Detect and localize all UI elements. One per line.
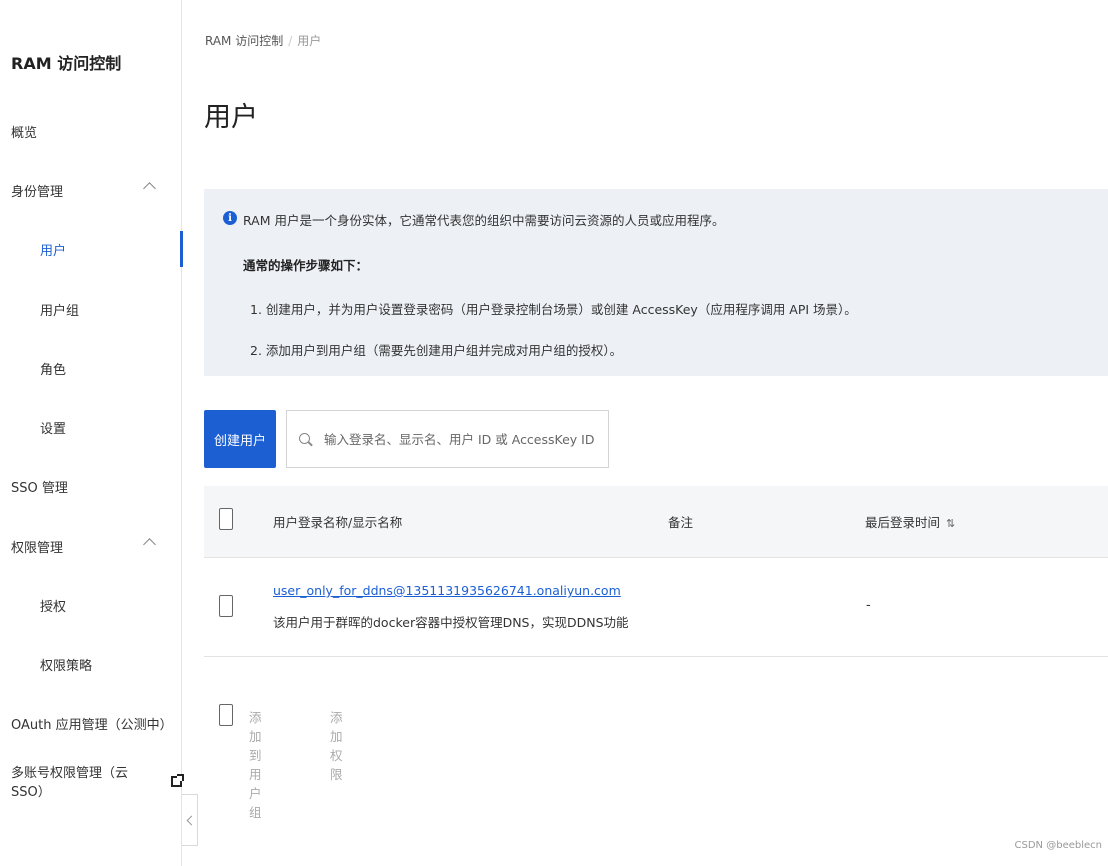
sidebar-item-label: 授权 bbox=[40, 599, 67, 615]
page-title: 用户 bbox=[204, 102, 258, 133]
sidebar-item-label: OAuth 应用管理（公测中） bbox=[11, 717, 173, 733]
chevron-left-icon bbox=[186, 815, 196, 825]
search-input[interactable] bbox=[324, 431, 594, 447]
chevron-up-icon bbox=[143, 538, 156, 551]
watermark: CSDN @beeblecn bbox=[1014, 840, 1102, 851]
sidebar-item-label: 设置 bbox=[40, 421, 67, 437]
breadcrumb-root[interactable]: RAM 访问控制 bbox=[205, 34, 283, 48]
info-panel: i RAM 用户是一个身份实体，它通常代表您的组织中需要访问云资源的人员或应用程… bbox=[204, 189, 1108, 376]
sidebar-item-policies[interactable]: 权限策略 bbox=[0, 644, 182, 684]
column-header-last-login[interactable]: 最后登录时间 ⇅ bbox=[865, 512, 955, 531]
user-display-name: 该用户用于群晖的docker容器中授权管理DNS，实现DDNS功能 bbox=[273, 615, 629, 630]
info-heading: 通常的操作步骤如下： bbox=[243, 258, 369, 273]
sidebar-item-label: 多账号权限管理（云 SSO） bbox=[11, 766, 129, 800]
user-note: - bbox=[866, 598, 871, 613]
user-login-name-link[interactable]: user_only_for_ddns@1351131935626741.onal… bbox=[273, 583, 621, 598]
breadcrumb: RAM 访问控制 / 用户 bbox=[205, 32, 321, 49]
create-user-button[interactable]: 创建用户 bbox=[204, 410, 276, 468]
sidebar-item-users[interactable]: 用户 bbox=[0, 229, 183, 269]
sidebar-item-settings[interactable]: 设置 bbox=[0, 407, 182, 447]
sidebar-item-label: 权限策略 bbox=[40, 658, 93, 674]
breadcrumb-current: 用户 bbox=[297, 34, 322, 48]
table-row: user_only_for_ddns@1351131935626741.onal… bbox=[204, 558, 1108, 657]
sidebar-item-identity-management[interactable]: 身份管理 bbox=[0, 170, 182, 210]
sidebar-item-oauth[interactable]: OAuth 应用管理（公测中） bbox=[0, 703, 182, 743]
sidebar-item-label: 用户组 bbox=[40, 303, 80, 319]
add-to-group-button[interactable]: 添加到用户组 bbox=[249, 707, 262, 821]
column-header-label: 最后登录时间 bbox=[865, 515, 941, 530]
sidebar-item-label: 身份管理 bbox=[11, 184, 64, 200]
sidebar-item-label: 概览 bbox=[11, 125, 38, 141]
info-description: RAM 用户是一个身份实体，它通常代表您的组织中需要访问云资源的人员或应用程序。 bbox=[243, 213, 725, 228]
batch-select-checkbox[interactable] bbox=[219, 704, 233, 726]
sidebar-collapse-button[interactable] bbox=[182, 794, 198, 846]
search-box bbox=[286, 410, 609, 468]
external-link-icon bbox=[171, 773, 184, 787]
sidebar-item-sso[interactable]: SSO 管理 bbox=[0, 466, 182, 506]
select-all-checkbox[interactable] bbox=[219, 508, 233, 530]
info-icon: i bbox=[223, 211, 237, 225]
sort-icon[interactable]: ⇅ bbox=[946, 517, 955, 530]
sidebar-item-roles[interactable]: 角色 bbox=[0, 348, 182, 388]
sidebar: RAM 访问控制 概览 身份管理 用户 用户组 角色 设置 SSO 管理 权限管… bbox=[0, 0, 184, 866]
sidebar-item-grants[interactable]: 授权 bbox=[0, 585, 182, 625]
sidebar-item-permission-management[interactable]: 权限管理 bbox=[0, 526, 182, 566]
app-root: RAM 访问控制 概览 身份管理 用户 用户组 角色 设置 SSO 管理 权限管… bbox=[0, 0, 1108, 866]
sidebar-item-user-groups[interactable]: 用户组 bbox=[0, 289, 182, 329]
sidebar-title: RAM 访问控制 bbox=[11, 54, 122, 73]
sidebar-item-label: SSO 管理 bbox=[11, 480, 68, 496]
column-header-login-name: 用户登录名称/显示名称 bbox=[273, 515, 403, 530]
sidebar-item-overview[interactable]: 概览 bbox=[0, 111, 182, 151]
table-header: 用户登录名称/显示名称 备注 最后登录时间 ⇅ bbox=[204, 486, 1108, 558]
sidebar-item-cloud-sso[interactable]: 多账号权限管理（云 SSO） bbox=[0, 761, 184, 801]
sidebar-item-label: 用户 bbox=[40, 243, 67, 259]
chevron-up-icon bbox=[143, 182, 156, 195]
info-step-2: 2. 添加用户到用户组（需要先创建用户组并完成对用户组的授权）。 bbox=[250, 343, 623, 358]
column-header-note: 备注 bbox=[668, 515, 694, 530]
sidebar-item-label: 权限管理 bbox=[11, 540, 64, 556]
add-permission-button[interactable]: 添加权限 bbox=[330, 707, 343, 783]
sidebar-item-label: 角色 bbox=[40, 362, 67, 378]
info-step-1: 1. 创建用户，并为用户设置登录密码（用户登录控制台场景）或创建 AccessK… bbox=[250, 302, 857, 317]
row-checkbox[interactable] bbox=[219, 595, 233, 617]
breadcrumb-separator: / bbox=[288, 34, 293, 48]
search-icon bbox=[299, 432, 312, 446]
